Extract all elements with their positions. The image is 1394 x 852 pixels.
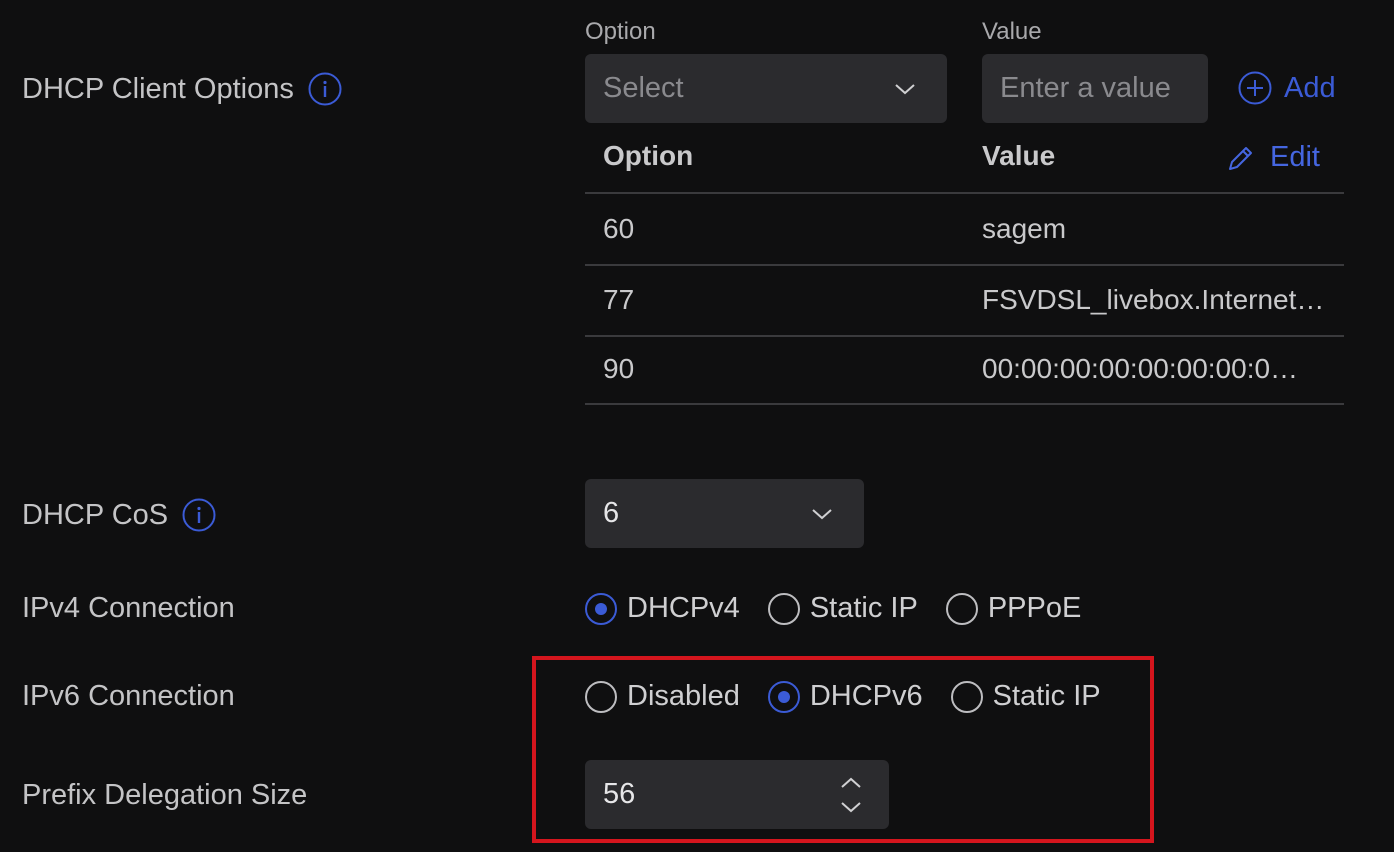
radio-selected-icon xyxy=(585,592,617,625)
radio-label: PPPoE xyxy=(987,592,1082,624)
radio-label: DHCPv4 xyxy=(627,592,740,624)
radio-unselected-icon xyxy=(767,592,800,625)
value-input[interactable]: Enter a value xyxy=(982,54,1208,123)
option-select[interactable]: Select xyxy=(585,54,947,123)
dhcp-cos-text: DHCP CoS xyxy=(22,498,169,531)
table-cell-option: 77 xyxy=(603,284,635,315)
radio-dhcpv4[interactable]: DHCPv4 xyxy=(585,592,740,625)
option-column-label: Option xyxy=(585,18,656,45)
table-row-divider xyxy=(585,264,1344,266)
value-input-placeholder: Enter a value xyxy=(1000,72,1171,104)
dhcp-cos-select[interactable]: 6 xyxy=(585,479,864,548)
ipv6-connection-label: IPv6 Connection xyxy=(22,680,235,712)
radio-label: Static IP xyxy=(809,592,918,624)
value-column-label: Value xyxy=(982,18,1042,45)
prefix-delegation-label: Prefix Delegation Size xyxy=(22,779,308,811)
table-cell-value: FSVDSL_livebox.Internet… xyxy=(982,284,1325,315)
chevron-down-icon xyxy=(895,83,915,94)
ipv4-connection-radio-group: DHCPv4 Static IP PPPoE xyxy=(585,592,1109,625)
info-icon[interactable] xyxy=(308,72,342,106)
add-option-button[interactable]: Add xyxy=(1238,71,1336,105)
radio-unselected-icon xyxy=(945,592,978,625)
edit-options-button[interactable]: Edit xyxy=(1226,141,1320,174)
table-cell-value: sagem xyxy=(982,213,1067,244)
table-cell-value: 00:00:00:00:00:00:00:0… xyxy=(982,353,1299,384)
radio-pppoe[interactable]: PPPoE xyxy=(945,592,1082,625)
radio-static-ip[interactable]: Static IP xyxy=(767,592,918,625)
dhcp-client-options-label: DHCP Client Options xyxy=(22,72,342,106)
table-cell-option: 60 xyxy=(603,213,635,244)
ipv4-connection-label: IPv4 Connection xyxy=(22,592,235,624)
table-header-value: Value xyxy=(982,140,1056,171)
chevron-down-icon xyxy=(812,508,832,519)
edit-label: Edit xyxy=(1270,141,1320,173)
table-header-option: Option xyxy=(603,140,694,171)
plus-circle-icon xyxy=(1238,71,1272,105)
table-header-divider xyxy=(585,192,1344,194)
highlight-box xyxy=(532,656,1154,843)
info-icon[interactable] xyxy=(182,498,216,532)
table-row-divider xyxy=(585,335,1344,337)
table-cell-option: 90 xyxy=(603,353,635,384)
dhcp-client-options-text: DHCP Client Options xyxy=(22,72,294,105)
dhcp-cos-label: DHCP CoS xyxy=(22,498,216,532)
table-row-divider xyxy=(585,403,1344,405)
add-label: Add xyxy=(1284,71,1336,104)
dhcp-cos-value: 6 xyxy=(603,497,620,529)
option-select-placeholder: Select xyxy=(603,72,684,104)
pencil-icon xyxy=(1229,146,1252,170)
